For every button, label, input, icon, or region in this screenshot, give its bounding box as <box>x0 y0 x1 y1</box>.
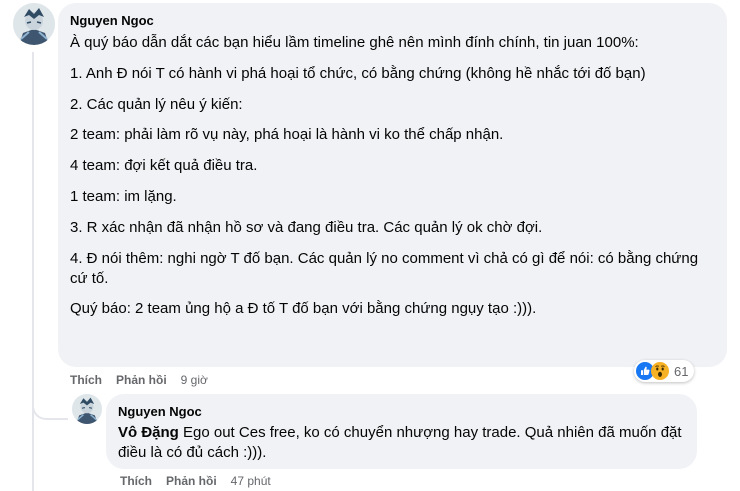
comment-paragraph: À quý báo dẫn dắt các bạn hiểu lầm timel… <box>70 34 639 51</box>
like-button[interactable]: Thích <box>120 473 152 489</box>
comment-author[interactable]: Nguyen Ngoc <box>70 12 715 29</box>
comment-timestamp[interactable]: 9 giờ <box>181 372 208 388</box>
comment-paragraph: Quý báo: 2 team ủng hộ a Đ tố T đố bạn v… <box>70 300 537 318</box>
comment-paragraph: 2. Các quản lý nêu ý kiến: <box>70 95 243 113</box>
reply-actions: Thích Phản hồi 47 phút <box>120 473 271 489</box>
comment-paragraph: 4 team: đợi kết quả điều tra. <box>70 157 258 175</box>
mention-link[interactable]: Vô Đặng <box>118 424 179 441</box>
avatar[interactable] <box>13 3 55 45</box>
reply-bubble: Nguyen Ngoc Vô Đặng Ego out Ces free, ko… <box>106 394 697 469</box>
reply-text: Vô Đặng Ego out Ces free, ko có chuyển n… <box>118 423 685 463</box>
comment-paragraph: 1. Anh Đ nói T có hành vi phá hoại tổ ch… <box>70 64 646 82</box>
reactions-summary[interactable]: 61 <box>634 360 695 382</box>
reply-author[interactable]: Nguyen Ngoc <box>118 403 685 420</box>
reply-timestamp[interactable]: 47 phút <box>231 473 271 489</box>
comment-paragraph: 2 team: phải làm rõ vụ này, phá hoại là … <box>70 126 504 144</box>
reply-body: Ego out Ces free, ko có chuyển nhượng ha… <box>118 424 682 461</box>
like-button[interactable]: Thích <box>70 372 102 388</box>
comment-paragraph: 1 team: im lặng. <box>70 187 177 205</box>
wow-icon <box>651 362 669 380</box>
comment-bubble: Nguyen Ngoc À quý báo dẫn dắt các bạn hi… <box>58 3 727 367</box>
reply-button[interactable]: Phản hồi <box>166 473 217 489</box>
thread-line <box>32 52 34 491</box>
comment-paragraph: 3. R xác nhận đã nhận hồ sơ và đang điều… <box>70 218 543 236</box>
reaction-count: 61 <box>674 363 689 379</box>
comment-paragraph: 4. Đ nói thêm: nghi ngờ T đố bạn. Các qu… <box>70 249 699 287</box>
reply-button[interactable]: Phản hồi <box>116 372 167 388</box>
comment-actions: Thích Phản hồi 9 giờ <box>70 372 208 388</box>
reply-avatar[interactable] <box>72 394 102 424</box>
reply-thread-connector <box>32 394 68 420</box>
